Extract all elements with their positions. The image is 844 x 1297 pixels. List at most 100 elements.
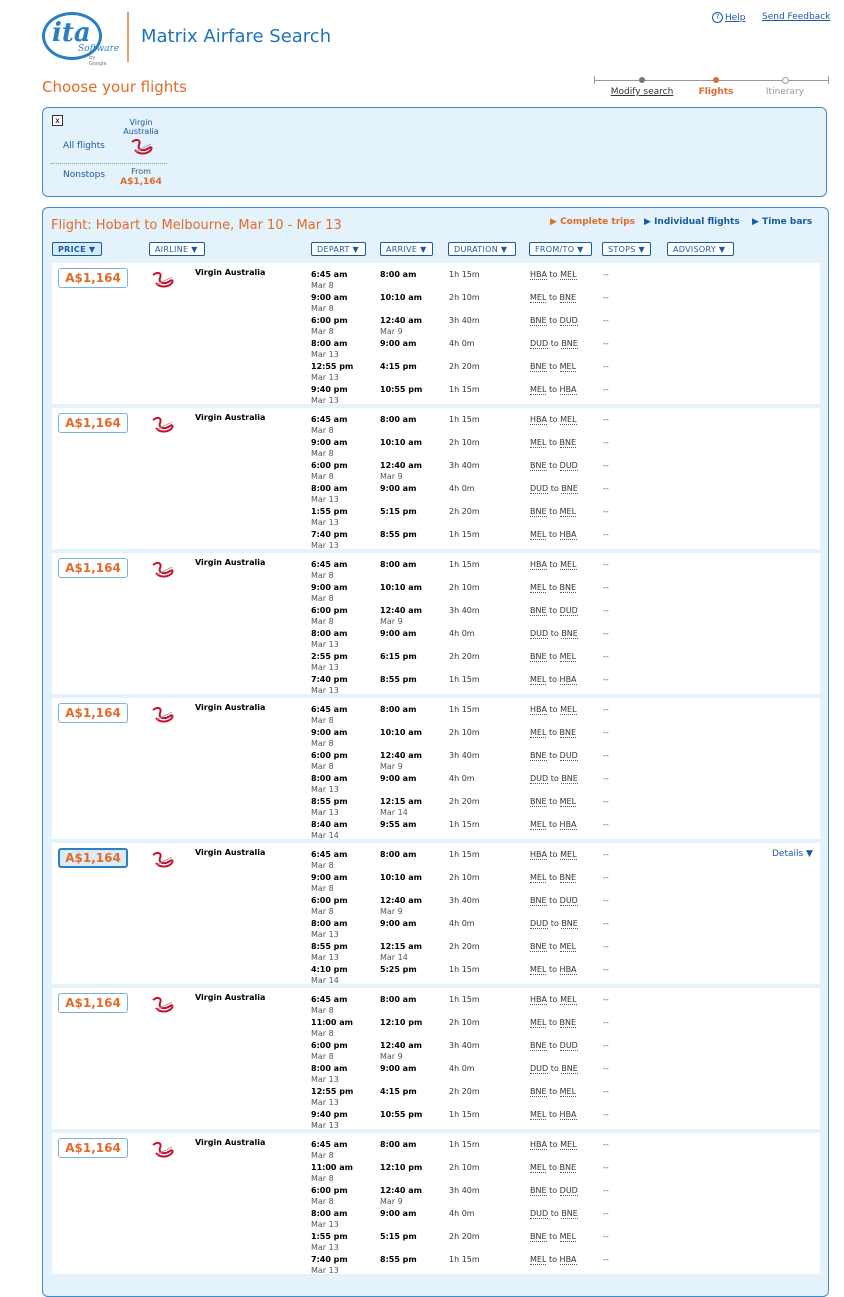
origin-airport[interactable]: BNE bbox=[530, 461, 547, 471]
origin-airport[interactable]: DUD bbox=[530, 919, 549, 929]
origin-airport[interactable]: MEL bbox=[530, 820, 547, 830]
origin-airport[interactable]: DUD bbox=[530, 774, 549, 784]
destination-airport[interactable]: MEL bbox=[559, 1087, 577, 1097]
destination-airport[interactable]: DUD bbox=[559, 1041, 578, 1051]
destination-airport[interactable]: BNE bbox=[561, 339, 578, 349]
destination-airport[interactable]: HBA bbox=[559, 965, 577, 975]
destination-airport[interactable]: MEL bbox=[560, 850, 577, 860]
view-time-bars[interactable]: ▶ Time bars bbox=[752, 217, 812, 227]
sort-arrive[interactable]: ARRIVE ▼ bbox=[380, 242, 433, 256]
view-individual-flights[interactable]: ▶ Individual flights bbox=[644, 217, 740, 227]
sort-advisory[interactable]: ADVISORY ▼ bbox=[667, 242, 734, 256]
destination-airport[interactable]: DUD bbox=[559, 1186, 578, 1196]
destination-airport[interactable]: BNE bbox=[559, 583, 577, 593]
sort-depart[interactable]: DEPART ▼ bbox=[311, 242, 366, 256]
sort-stops[interactable]: STOPS ▼ bbox=[602, 242, 651, 256]
destination-airport[interactable]: MEL bbox=[559, 797, 577, 807]
origin-airport[interactable]: MEL bbox=[530, 583, 547, 593]
destination-airport[interactable]: HBA bbox=[559, 1255, 577, 1265]
destination-airport[interactable]: DUD bbox=[559, 316, 578, 326]
destination-airport[interactable]: HBA bbox=[559, 1110, 577, 1120]
destination-airport[interactable]: HBA bbox=[559, 385, 577, 395]
destination-airport[interactable]: BNE bbox=[559, 293, 577, 303]
origin-airport[interactable]: DUD bbox=[530, 1209, 549, 1219]
origin-airport[interactable]: BNE bbox=[530, 507, 547, 517]
sort-airline[interactable]: AIRLINE ▼ bbox=[149, 242, 205, 256]
origin-airport[interactable]: HBA bbox=[530, 995, 547, 1005]
origin-airport[interactable]: MEL bbox=[530, 1163, 547, 1173]
destination-airport[interactable]: BNE bbox=[561, 1209, 578, 1219]
origin-airport[interactable]: BNE bbox=[530, 362, 547, 372]
destination-airport[interactable]: DUD bbox=[559, 461, 578, 471]
ita-software-logo[interactable]: ita Software by Google bbox=[42, 12, 119, 67]
origin-airport[interactable]: BNE bbox=[530, 942, 547, 952]
origin-airport[interactable]: BNE bbox=[530, 751, 547, 761]
origin-airport[interactable]: BNE bbox=[530, 797, 547, 807]
origin-airport[interactable]: MEL bbox=[530, 965, 547, 975]
filter-airline-virgin-australia[interactable]: Virgin Australia bbox=[113, 118, 169, 136]
origin-airport[interactable]: MEL bbox=[530, 728, 547, 738]
destination-airport[interactable]: BNE bbox=[559, 438, 577, 448]
destination-airport[interactable]: HBA bbox=[559, 675, 577, 685]
destination-airport[interactable]: BNE bbox=[561, 1064, 578, 1074]
origin-airport[interactable]: BNE bbox=[530, 606, 547, 616]
origin-airport[interactable]: DUD bbox=[530, 1064, 549, 1074]
origin-airport[interactable]: MEL bbox=[530, 385, 547, 395]
origin-airport[interactable]: MEL bbox=[530, 530, 547, 540]
help-link[interactable]: ? Help bbox=[712, 12, 746, 23]
origin-airport[interactable]: HBA bbox=[530, 270, 547, 280]
origin-airport[interactable]: HBA bbox=[530, 705, 547, 715]
origin-airport[interactable]: MEL bbox=[530, 1255, 547, 1265]
destination-airport[interactable]: MEL bbox=[559, 362, 577, 372]
origin-airport[interactable]: MEL bbox=[530, 1110, 547, 1120]
filter-all-flights[interactable]: All flights bbox=[63, 141, 105, 151]
destination-airport[interactable]: MEL bbox=[559, 942, 577, 952]
destination-airport[interactable]: MEL bbox=[560, 1140, 577, 1150]
origin-airport[interactable]: DUD bbox=[530, 629, 549, 639]
origin-airport[interactable]: DUD bbox=[530, 484, 549, 494]
origin-airport[interactable]: BNE bbox=[530, 1186, 547, 1196]
destination-airport[interactable]: DUD bbox=[559, 751, 578, 761]
destination-airport[interactable]: DUD bbox=[559, 896, 578, 906]
destination-airport[interactable]: BNE bbox=[561, 774, 578, 784]
sort-duration[interactable]: DURATION ▼ bbox=[448, 242, 516, 256]
destination-airport[interactable]: BNE bbox=[561, 629, 578, 639]
destination-airport[interactable]: MEL bbox=[559, 652, 577, 662]
destination-airport[interactable]: BNE bbox=[559, 1163, 577, 1173]
destination-airport[interactable]: BNE bbox=[561, 484, 578, 494]
origin-airport[interactable]: BNE bbox=[530, 1087, 547, 1097]
origin-airport[interactable]: HBA bbox=[530, 415, 547, 425]
destination-airport[interactable]: MEL bbox=[560, 705, 577, 715]
destination-airport[interactable]: MEL bbox=[559, 507, 577, 517]
destination-airport[interactable]: HBA bbox=[559, 530, 577, 540]
destination-airport[interactable]: BNE bbox=[559, 873, 577, 883]
destination-airport[interactable]: MEL bbox=[560, 415, 577, 425]
origin-airport[interactable]: DUD bbox=[530, 339, 549, 349]
origin-airport[interactable]: HBA bbox=[530, 850, 547, 860]
origin-airport[interactable]: MEL bbox=[530, 675, 547, 685]
destination-airport[interactable]: BNE bbox=[559, 728, 577, 738]
filter-nonstops[interactable]: Nonstops bbox=[63, 170, 105, 180]
view-complete-trips[interactable]: ▶ Complete trips bbox=[550, 217, 635, 227]
origin-airport[interactable]: MEL bbox=[530, 438, 547, 448]
origin-airport[interactable]: HBA bbox=[530, 560, 547, 570]
origin-airport[interactable]: BNE bbox=[530, 652, 547, 662]
origin-airport[interactable]: BNE bbox=[530, 1232, 547, 1242]
origin-airport[interactable]: BNE bbox=[530, 896, 547, 906]
sort-from-to[interactable]: FROM/TO ▼ bbox=[529, 242, 592, 256]
origin-airport[interactable]: MEL bbox=[530, 293, 547, 303]
destination-airport[interactable]: MEL bbox=[559, 1232, 577, 1242]
destination-airport[interactable]: MEL bbox=[560, 270, 577, 280]
destination-airport[interactable]: BNE bbox=[559, 1018, 577, 1028]
close-icon[interactable]: x bbox=[52, 115, 63, 126]
origin-airport[interactable]: BNE bbox=[530, 1041, 547, 1051]
send-feedback-link[interactable]: Send Feedback bbox=[762, 12, 830, 22]
destination-airport[interactable]: MEL bbox=[560, 560, 577, 570]
destination-airport[interactable]: BNE bbox=[561, 919, 578, 929]
sort-price[interactable]: PRICE ▼ bbox=[52, 242, 102, 256]
origin-airport[interactable]: MEL bbox=[530, 873, 547, 883]
destination-airport[interactable]: DUD bbox=[559, 606, 578, 616]
origin-airport[interactable]: MEL bbox=[530, 1018, 547, 1028]
filter-from-price[interactable]: From A$1,164 bbox=[113, 166, 169, 188]
destination-airport[interactable]: MEL bbox=[560, 995, 577, 1005]
